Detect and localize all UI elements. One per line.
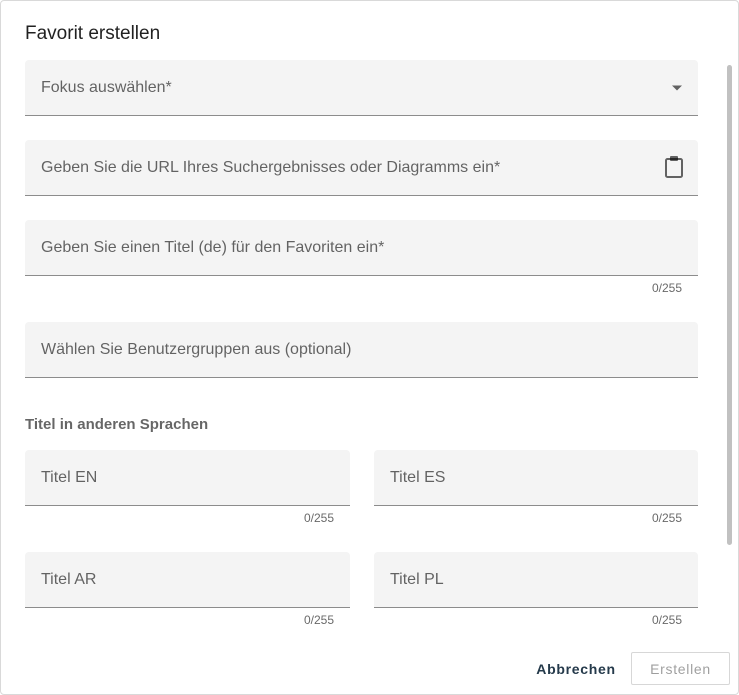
title-es-label: Titel ES: [390, 468, 446, 486]
title-es-input[interactable]: Titel ES: [374, 450, 698, 506]
title-en-input[interactable]: Titel EN: [25, 450, 350, 506]
focus-select[interactable]: Fokus auswählen*: [25, 60, 698, 116]
title-es-counter: 0/255: [651, 511, 682, 525]
title-ar-counter: 0/255: [303, 613, 334, 627]
clipboard-icon[interactable]: [664, 155, 684, 179]
other-languages-heading: Titel in anderen Sprachen: [25, 416, 209, 433]
url-input-label: Geben Sie die URL Ihres Suchergebnisses …: [41, 158, 501, 176]
create-favorite-dialog: Favorit erstellen Fokus auswählen* Geben…: [0, 0, 739, 695]
title-pl-input[interactable]: Titel PL: [374, 552, 698, 608]
url-input[interactable]: Geben Sie die URL Ihres Suchergebnisses …: [25, 140, 698, 196]
scrollbar[interactable]: [724, 61, 734, 636]
title-de-counter: 0/255: [651, 281, 682, 295]
scrollbar-thumb[interactable]: [727, 65, 732, 545]
user-groups-select[interactable]: Wählen Sie Benutzergruppen aus (optional…: [25, 322, 698, 378]
title-de-input[interactable]: Geben Sie einen Titel (de) für den Favor…: [25, 220, 698, 276]
title-ar-input[interactable]: Titel AR: [25, 552, 350, 608]
chevron-down-icon: [672, 85, 682, 90]
title-pl-label: Titel PL: [390, 570, 444, 588]
user-groups-select-label: Wählen Sie Benutzergruppen aus (optional…: [41, 340, 352, 358]
title-pl-counter: 0/255: [651, 613, 682, 627]
title-en-label: Titel EN: [41, 468, 98, 486]
title-de-input-label: Geben Sie einen Titel (de) für den Favor…: [41, 238, 385, 256]
title-en-counter: 0/255: [303, 511, 334, 525]
title-ar-label: Titel AR: [41, 570, 97, 588]
dialog-title: Favorit erstellen: [25, 23, 161, 44]
focus-select-label: Fokus auswählen*: [41, 78, 172, 96]
cancel-button[interactable]: Abbrechen: [530, 656, 622, 681]
create-button[interactable]: Erstellen: [631, 652, 730, 685]
